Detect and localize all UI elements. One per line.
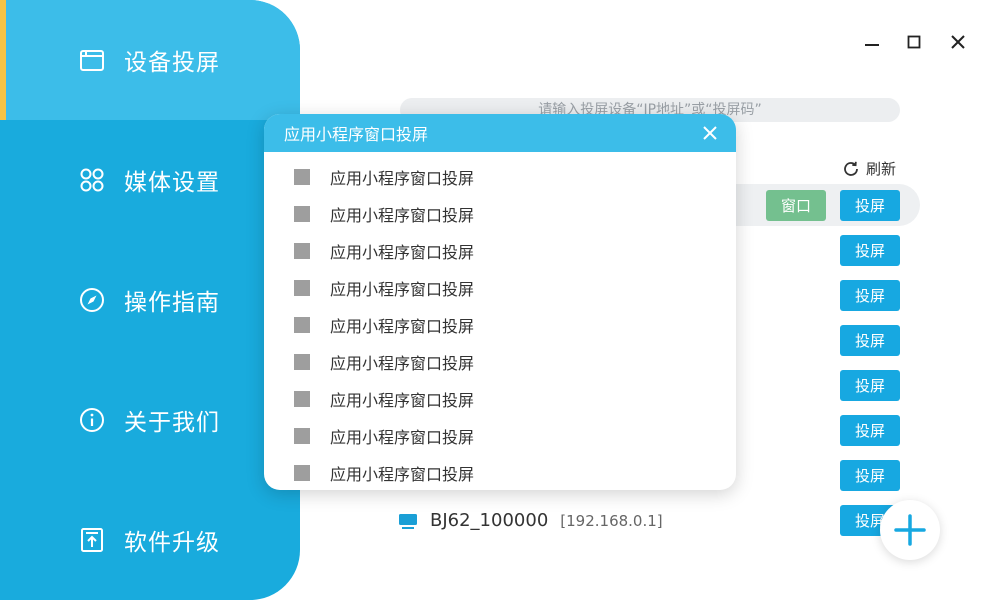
- app-window-icon: [294, 427, 310, 444]
- list-item-label: 应用小程序窗口投屏: [330, 427, 475, 447]
- list-item[interactable]: 应用小程序窗口投屏: [264, 417, 736, 454]
- app-window-icon: [294, 353, 310, 370]
- window-cast-dialog: 应用小程序窗口投屏 应用小程序窗口投屏 应用小程序窗口投屏 应用小程序窗口投屏 …: [264, 114, 736, 490]
- list-item[interactable]: 应用小程序窗口投屏: [264, 306, 736, 343]
- sidebar-item-upgrade[interactable]: 软件升级: [0, 480, 300, 600]
- app-window-icon: [294, 464, 310, 481]
- grid-settings-icon: [78, 166, 106, 194]
- maximize-icon: [907, 35, 921, 49]
- cast-button[interactable]: 投屏: [840, 325, 900, 356]
- cast-button[interactable]: 投屏: [840, 235, 900, 266]
- cast-button[interactable]: 投屏: [840, 190, 900, 221]
- list-item-label: 应用小程序窗口投屏: [330, 316, 475, 336]
- sidebar-item-guide[interactable]: 操作指南: [0, 240, 300, 360]
- compass-icon: [78, 286, 106, 314]
- device-ip: [192.168.0.1]: [560, 511, 663, 530]
- sidebar-item-media-settings[interactable]: 媒体设置: [0, 120, 300, 240]
- list-item[interactable]: 应用小程序窗口投屏: [264, 454, 736, 490]
- list-item-label: 应用小程序窗口投屏: [330, 242, 475, 262]
- app-window-icon: [294, 205, 310, 222]
- plus-icon: [894, 514, 926, 546]
- list-item[interactable]: 应用小程序窗口投屏: [264, 158, 736, 195]
- device-item[interactable]: BJ62_100000 [192.168.0.1]: [398, 510, 663, 531]
- list-item-label: 应用小程序窗口投屏: [330, 353, 475, 373]
- sidebar-item-label: 软件升级: [124, 530, 220, 556]
- sidebar-item-label: 媒体设置: [124, 170, 220, 196]
- close-icon[interactable]: [702, 125, 718, 141]
- sidebar-item-device-cast[interactable]: 设备投屏: [0, 0, 300, 120]
- app-window-icon: [294, 242, 310, 259]
- upgrade-icon: [78, 526, 106, 554]
- minimize-icon: [865, 44, 879, 46]
- list-item[interactable]: 应用小程序窗口投屏: [264, 195, 736, 232]
- cast-button[interactable]: 投屏: [840, 370, 900, 401]
- window-icon: [78, 46, 106, 74]
- add-device-button[interactable]: [880, 500, 940, 560]
- sidebar-item-about[interactable]: 关于我们: [0, 360, 300, 480]
- cast-button[interactable]: 投屏: [840, 280, 900, 311]
- list-item[interactable]: 应用小程序窗口投屏: [264, 232, 736, 269]
- list-item-label: 应用小程序窗口投屏: [330, 464, 475, 484]
- list-item[interactable]: 应用小程序窗口投屏: [264, 343, 736, 380]
- sidebar-item-label: 关于我们: [124, 410, 220, 436]
- window-button[interactable]: 窗口: [766, 190, 826, 221]
- dialog-header: 应用小程序窗口投屏: [264, 114, 736, 152]
- close-button[interactable]: [946, 30, 970, 54]
- app-window-icon: [294, 316, 310, 333]
- sidebar-item-label: 设备投屏: [124, 50, 220, 76]
- device-name: BJ62_100000: [430, 510, 549, 531]
- dialog-title: 应用小程序窗口投屏: [284, 125, 429, 144]
- refresh-icon: [844, 161, 858, 176]
- minimize-button[interactable]: [860, 30, 884, 54]
- app-window-icon: [294, 168, 310, 185]
- maximize-button[interactable]: [902, 30, 926, 54]
- list-item-label: 应用小程序窗口投屏: [330, 390, 475, 410]
- app-window-icon: [294, 279, 310, 296]
- list-item-label: 应用小程序窗口投屏: [330, 279, 475, 299]
- sidebar: 设备投屏 媒体设置 操作指南 关于我们 软件升级: [0, 0, 300, 600]
- sidebar-item-label: 操作指南: [124, 290, 220, 316]
- cast-button[interactable]: 投屏: [840, 415, 900, 446]
- list-item-label: 应用小程序窗口投屏: [330, 205, 475, 225]
- list-item-label: 应用小程序窗口投屏: [330, 168, 475, 188]
- refresh-label: 刷新: [866, 160, 897, 178]
- app-window-icon: [294, 390, 310, 407]
- cast-button[interactable]: 投屏: [840, 460, 900, 491]
- refresh-button[interactable]: 刷新: [842, 158, 896, 179]
- list-item[interactable]: 应用小程序窗口投屏: [264, 380, 736, 417]
- info-icon: [78, 406, 106, 434]
- close-icon: [951, 35, 965, 49]
- list-item[interactable]: 应用小程序窗口投屏: [264, 269, 736, 306]
- monitor-icon: [399, 513, 417, 529]
